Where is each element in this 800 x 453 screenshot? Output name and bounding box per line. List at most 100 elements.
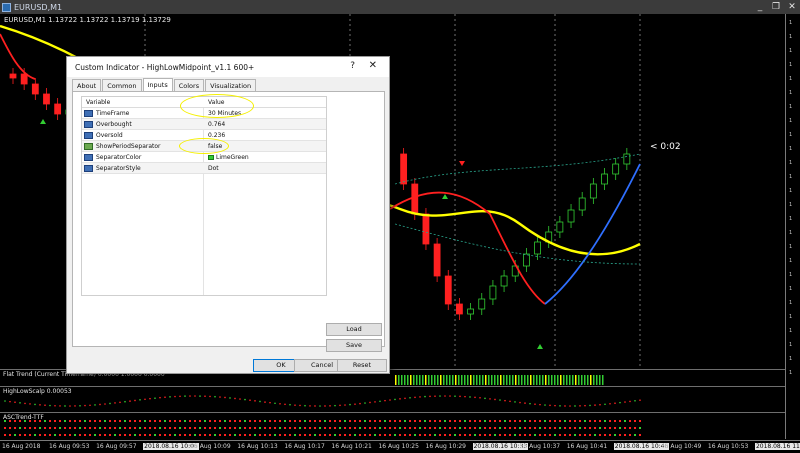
- flat-trend-bar: [512, 375, 514, 385]
- asctrend-dot: [454, 427, 456, 429]
- asctrend-dot: [449, 434, 451, 436]
- candle-body: [467, 308, 474, 315]
- asctrend-dot: [404, 427, 406, 429]
- scalp-dot: [359, 402, 361, 405]
- asctrend-dot: [74, 420, 76, 422]
- asctrend-dot: [339, 420, 341, 422]
- asctrend-dot: [374, 434, 376, 436]
- asctrend-dot: [639, 420, 641, 422]
- tab-inputs[interactable]: Inputs: [142, 78, 173, 91]
- load-button[interactable]: Load: [326, 323, 382, 336]
- asctrend-dot: [264, 434, 266, 436]
- asctrend-dot: [304, 434, 306, 436]
- scalp-dot: [14, 401, 16, 404]
- candle-body: [522, 253, 530, 267]
- scalp-dot: [159, 396, 161, 399]
- asctrend-dot: [329, 427, 331, 429]
- asctrend-dot: [29, 427, 31, 429]
- asctrend-dot: [354, 420, 356, 422]
- asctrend-dot: [119, 427, 121, 429]
- asctrend-dot: [224, 420, 226, 422]
- asctrend-subwindow[interactable]: ASCTrend-TTF: [0, 412, 785, 440]
- asctrend-dot: [369, 434, 371, 436]
- price-axis[interactable]: 1 1 1 1 1 1 1 1 1 1 1 1 1 1 1 1 1 1 1 1 1 1 1 1 1 1: [785, 14, 800, 439]
- asctrend-dot: [4, 427, 6, 429]
- restore-button[interactable]: ❐: [768, 0, 784, 14]
- candle-body: [589, 183, 597, 199]
- input-value[interactable]: Dot: [208, 165, 219, 172]
- asctrend-dot: [139, 434, 141, 436]
- tab-common[interactable]: Common: [102, 79, 142, 91]
- candle-body: [567, 209, 575, 223]
- asctrend-dot: [369, 427, 371, 429]
- reset-button[interactable]: Reset: [337, 359, 387, 372]
- asctrend-dot: [574, 434, 576, 436]
- asctrend-dot: [249, 420, 251, 422]
- asctrend-dot: [199, 434, 201, 436]
- save-button[interactable]: Save: [326, 339, 382, 352]
- asctrend-dot: [294, 420, 296, 422]
- asctrend-dot: [534, 420, 536, 422]
- dialog-title: Custom Indicator - HighLowMidpoint_v1.1 …: [67, 57, 389, 77]
- asctrend-dot: [324, 427, 326, 429]
- flat-trend-bar: [467, 375, 469, 385]
- scalp-dot: [479, 397, 481, 399]
- flat-trend-bar: [551, 375, 553, 385]
- asctrend-dot: [339, 427, 341, 429]
- asctrend-dot: [109, 434, 111, 436]
- tab-visualization[interactable]: Visualization: [205, 79, 257, 91]
- asctrend-dot: [494, 420, 496, 422]
- asctrend-dot: [344, 434, 346, 436]
- tab-colors[interactable]: Colors: [173, 79, 205, 91]
- time-axis-label: 2018.08.16 11:02: [754, 443, 800, 450]
- flat-trend-bar: [491, 375, 493, 385]
- asctrend-dot: [364, 420, 366, 422]
- asctrend-dot: [584, 434, 586, 436]
- asctrend-dot: [289, 434, 291, 436]
- price-axis-tick: 1: [789, 286, 793, 292]
- asctrend-dot: [84, 434, 86, 436]
- minimize-button[interactable]: _: [752, 0, 768, 14]
- flat-trend-bar: [431, 375, 433, 385]
- asctrend-dot: [284, 427, 286, 429]
- asctrend-dot: [159, 434, 161, 436]
- asctrend-dot: [139, 420, 141, 422]
- scalp-dot: [344, 404, 346, 406]
- close-dialog-button[interactable]: ✕: [369, 60, 377, 71]
- scalp-dot: [464, 395, 466, 398]
- asctrend-dot: [59, 420, 61, 422]
- tab-about[interactable]: About: [72, 79, 102, 91]
- asctrend-dot: [469, 427, 471, 429]
- asctrend-dot: [59, 427, 61, 429]
- asctrend-dot: [314, 427, 316, 429]
- asctrend-dot: [264, 420, 266, 422]
- asctrend-dot: [219, 427, 221, 429]
- price-axis-tick: 1: [789, 132, 793, 138]
- asctrend-dot: [574, 420, 576, 422]
- price-axis-tick: 1: [789, 216, 793, 222]
- time-axis[interactable]: 16 Aug 2018 16 Aug 09:53 16 Aug 09:57 2018.…: [0, 440, 800, 453]
- help-button[interactable]: ?: [350, 61, 355, 71]
- scalp-dot: [199, 395, 201, 397]
- input-value[interactable]: 0.764: [208, 121, 225, 128]
- asctrend-dot: [229, 427, 231, 429]
- subwindow-title: HighLowScalp 0.00053: [3, 388, 72, 395]
- variable-column-header: Variable: [86, 99, 111, 106]
- asctrend-dot: [344, 420, 346, 422]
- asctrend-dot: [514, 420, 516, 422]
- price-axis-tick: 1: [789, 146, 793, 152]
- scalp-dot: [409, 396, 411, 399]
- input-value[interactable]: LimeGreen: [208, 154, 249, 161]
- asctrend-dot: [494, 427, 496, 429]
- input-row-separatorstyle[interactable]: SeparatorStyle Dot: [82, 163, 326, 174]
- flat-trend-bar: [461, 375, 463, 385]
- asctrend-dot: [299, 434, 301, 436]
- input-row-overbought[interactable]: Overbought 0.764: [82, 119, 326, 130]
- scalp-dot: [454, 395, 456, 397]
- candle-body: [20, 73, 28, 85]
- highlowscalp-subwindow[interactable]: HighLowScalp 0.00053: [0, 386, 785, 412]
- asctrend-dot: [269, 420, 271, 422]
- flat-trend-bar: [443, 375, 445, 385]
- close-window-button[interactable]: ✕: [784, 0, 800, 14]
- asctrend-dot: [9, 434, 11, 436]
